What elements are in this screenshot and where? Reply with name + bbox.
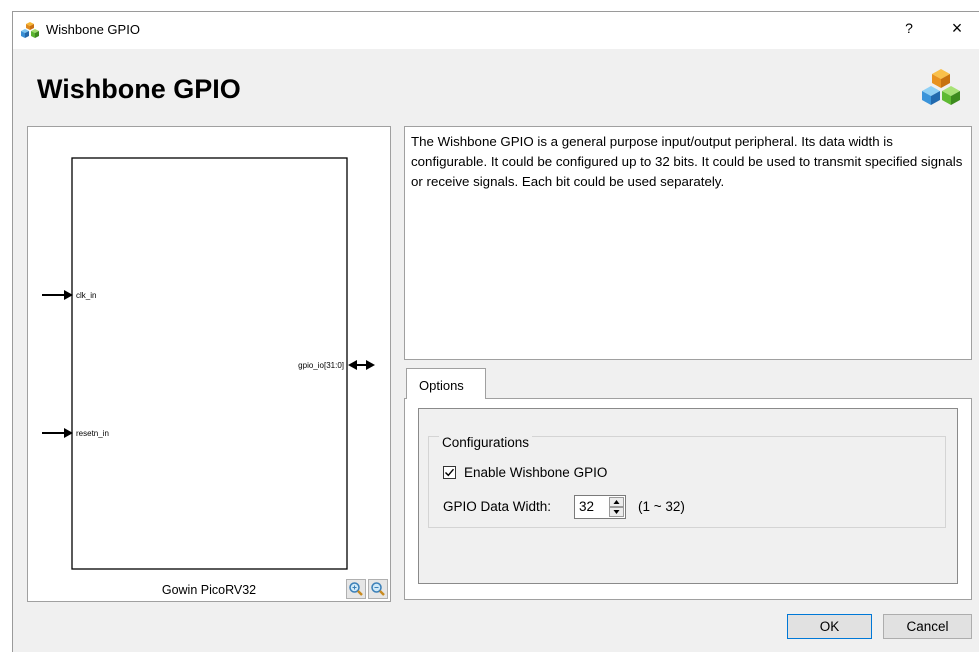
help-button[interactable]: ? <box>899 20 919 36</box>
ok-button[interactable]: OK <box>787 614 872 639</box>
data-width-label: GPIO Data Width: <box>443 499 552 514</box>
reset-port-label: resetn_in <box>76 429 109 438</box>
page-title: Wishbone GPIO <box>37 74 241 104</box>
spin-down-button[interactable] <box>609 507 624 517</box>
data-width-range: (1 ~ 32) <box>638 499 685 514</box>
options-tab-panel: Configurations Enable Wishbone GPIO GPIO… <box>404 398 972 600</box>
arrow-right-icon <box>366 360 375 370</box>
spin-up-button[interactable] <box>609 497 624 507</box>
zoom-in-button[interactable] <box>346 579 366 599</box>
block-name-label: Gowin PicoRV32 <box>162 583 256 597</box>
arrow-left-icon <box>348 360 357 370</box>
dialog-window: Wishbone GPIO ? × Wishbone GPIO clk_in r… <box>12 11 979 652</box>
clk-port-label: clk_in <box>76 291 96 300</box>
cancel-button[interactable]: Cancel <box>883 614 972 639</box>
block-diagram: clk_in resetn_in gpio_io[31:0] Gowin Pic… <box>42 157 375 597</box>
close-button[interactable]: × <box>943 18 971 39</box>
caret-up-icon <box>613 500 620 504</box>
enable-gpio-checkbox[interactable] <box>443 466 456 479</box>
zoom-out-icon <box>371 582 385 596</box>
caret-down-icon <box>613 510 620 514</box>
options-content: Configurations Enable Wishbone GPIO GPIO… <box>418 408 958 584</box>
tab-options-label: Options <box>419 378 464 393</box>
zoom-out-button[interactable] <box>368 579 388 599</box>
tab-options[interactable]: Options <box>406 368 486 399</box>
block-diagram-panel: clk_in resetn_in gpio_io[31:0] Gowin Pic… <box>27 126 391 602</box>
checkmark-icon <box>445 468 455 477</box>
cubes-icon <box>922 69 960 105</box>
data-width-spinbox[interactable]: 32 <box>574 495 626 519</box>
window-title: Wishbone GPIO <box>46 22 140 37</box>
description-box[interactable]: The Wishbone GPIO is a general purpose i… <box>404 126 972 360</box>
data-width-value[interactable]: 32 <box>579 499 594 514</box>
gpio-port-label: gpio_io[31:0] <box>298 361 344 370</box>
enable-gpio-label[interactable]: Enable Wishbone GPIO <box>464 465 607 480</box>
description-text: The Wishbone GPIO is a general purpose i… <box>411 134 963 189</box>
zoom-in-icon <box>349 582 363 596</box>
group-title: Configurations <box>439 435 533 450</box>
cubes-icon <box>21 22 39 38</box>
title-bar: Wishbone GPIO ? × <box>13 12 979 49</box>
